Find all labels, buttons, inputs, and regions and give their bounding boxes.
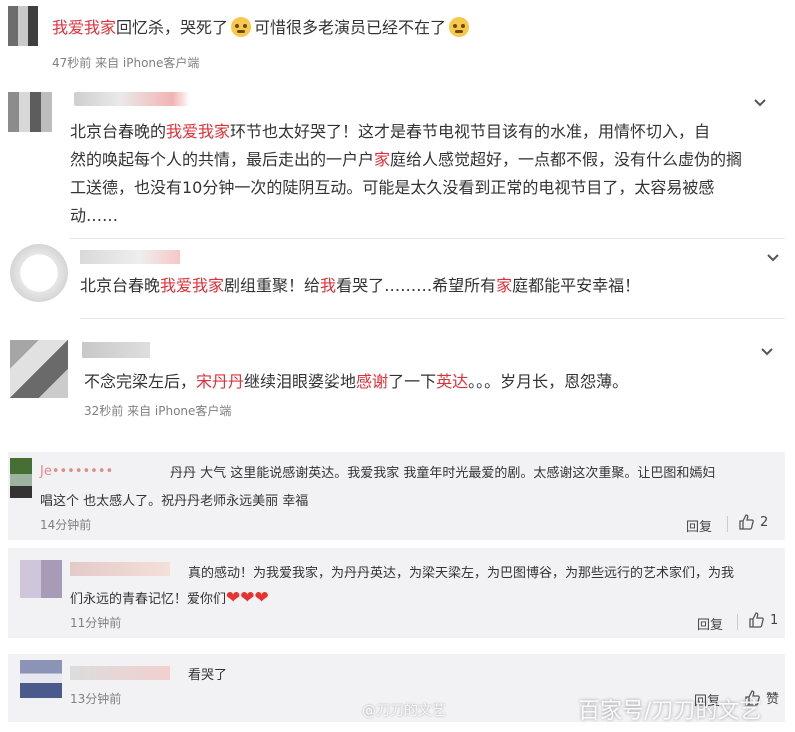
reply-1-line-1: 丹丹 大气 这里能说感谢英达。我爱我家 我童年时光最爱的剧。太感谢这次重聚。让巴…: [170, 466, 716, 481]
like-button[interactable]: 1: [748, 612, 778, 628]
comment-4-text: 不念完梁左后，宋丹丹继续泪眼婆娑地感谢了一下英达。。。岁月长，恩怨薄。: [84, 372, 629, 391]
author-name-mask[interactable]: [82, 342, 150, 358]
author-name-mask[interactable]: [74, 92, 190, 106]
comment-3-text: 北京台春晚我爱我家剧组重聚！给我看哭了………希望所有家庭都能平安幸福！: [80, 276, 641, 295]
reply-time: 11分钟前: [70, 616, 122, 630]
comment-2-line-3: 工送德，也没有10分钟一次的陡阴互动。可能是太久没看到正常的电视节目了，太容易被…: [70, 178, 715, 197]
watermark-small: @刀刀的文艺: [362, 703, 446, 719]
highlight-text[interactable]: 英达: [436, 372, 468, 391]
watermark-large: 百家号/刀刀的文艺: [578, 699, 762, 724]
reply-author[interactable]: Je••••••••: [40, 464, 113, 479]
comment-2-line-1: 北京台春晚的我爱我家环节也太好哭了！这才是春节电视节目该有的水准，用情怀切入，自: [70, 122, 711, 141]
avatar-mosaic: [8, 92, 52, 132]
reply-1-line-2: 唱这个 也太感人了。祝丹丹老师永远美丽 幸福: [40, 494, 309, 509]
highlight-text[interactable]: 我爱我家: [160, 276, 224, 295]
like-label: 赞: [766, 692, 780, 707]
reply-2-line-2: 们永远的青春记忆！爱你们❤❤❤: [70, 588, 269, 608]
crying-emoji-icon: [449, 17, 470, 37]
avatar-mosaic: [8, 6, 38, 46]
avatar-mosaic: [10, 458, 32, 498]
highlight-text[interactable]: 我爱我家: [166, 122, 230, 141]
divider: [70, 238, 785, 239]
author-name-mask[interactable]: [70, 562, 170, 576]
chevron-down-icon[interactable]: [766, 251, 780, 265]
like-button[interactable]: 2: [738, 514, 768, 530]
reply-2-line-1: 真的感动！为我爱我家，为丹丹英达，为梁天梁左，为巴图博谷，为那些远行的艺术家们，…: [188, 566, 735, 581]
author-name-mask[interactable]: [80, 250, 180, 264]
divider: [737, 614, 738, 630]
author-name-mask[interactable]: [70, 666, 170, 680]
comment-meta: 32秒前 来自 iPhone客户端: [84, 404, 232, 418]
comment-2-line-2: 然的唤起每个人的共情，最后走出的一户户家庭给人感觉超好，一点都不假，没有什么虚伪…: [70, 150, 743, 169]
chevron-down-icon[interactable]: [753, 96, 767, 110]
like-count: 2: [760, 514, 769, 530]
comment-meta: 47秒前 来自 iPhone客户端: [52, 56, 200, 70]
avatar-mosaic: [20, 560, 62, 598]
avatar-mosaic: [10, 340, 68, 398]
crying-emoji-icon: [231, 17, 252, 37]
reply-time: 14分钟前: [40, 518, 92, 532]
reply-button[interactable]: 回复: [686, 516, 712, 535]
divider: [727, 516, 728, 532]
heart-icon: ❤: [226, 588, 241, 608]
highlight-text[interactable]: 家: [374, 150, 390, 169]
comment-1-text: 我爱我家回忆杀，哭死了 可惜很多老演员已经不在了: [52, 14, 470, 42]
reply-3-line-1: 看哭了: [188, 668, 228, 683]
heart-icon: ❤: [240, 588, 255, 608]
reply-time: 13分钟前: [70, 692, 122, 706]
avatar-mosaic: [20, 660, 62, 698]
comment-2-line-4: 动……: [70, 206, 119, 225]
highlight-text[interactable]: 我: [320, 276, 336, 295]
highlight-text[interactable]: 感谢: [356, 372, 388, 391]
heart-icon: ❤: [254, 588, 269, 608]
highlight-text[interactable]: 宋丹丹: [196, 372, 244, 391]
reply-button[interactable]: 回复: [697, 614, 723, 633]
divider: [80, 318, 785, 319]
thumbs-up-icon: [749, 612, 764, 628]
avatar[interactable]: [10, 244, 68, 302]
like-count: 1: [770, 612, 779, 628]
screenshot-root: 我爱我家回忆杀，哭死了 可惜很多老演员已经不在了 47秒前 来自 iPhone客户…: [0, 0, 795, 732]
thumbs-up-icon: [739, 514, 754, 530]
chevron-down-icon[interactable]: [760, 345, 774, 359]
highlight-text[interactable]: 我爱我家: [52, 18, 116, 37]
highlight-text[interactable]: 家: [496, 276, 512, 295]
